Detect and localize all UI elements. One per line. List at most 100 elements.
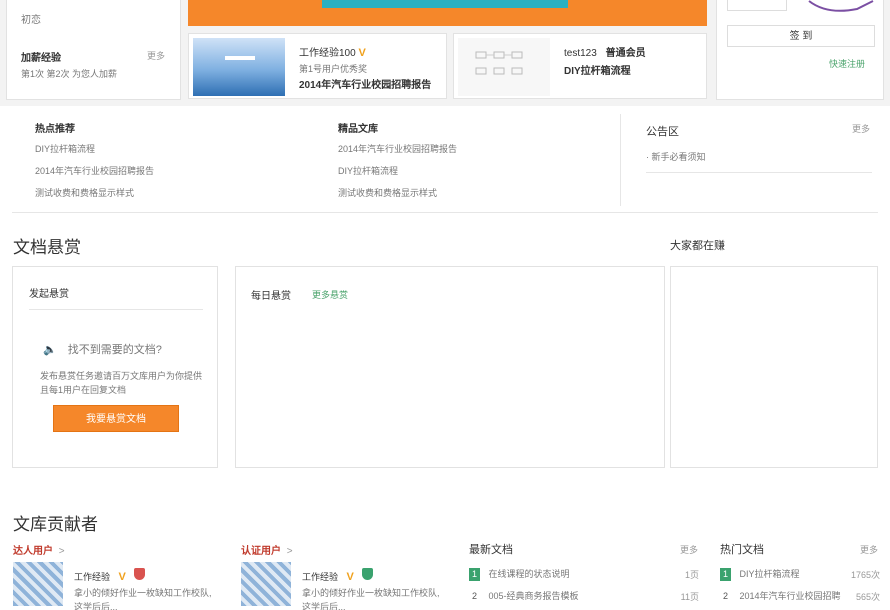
speaker-icon: 🔈 bbox=[43, 344, 57, 356]
hot-docs-more-link[interactable]: 更多 bbox=[860, 543, 878, 556]
premium-library-item[interactable]: 2014年汽车行业校园招聘报告 bbox=[338, 142, 457, 155]
latest-doc-name[interactable]: 在线课程的状态说明 bbox=[489, 569, 570, 579]
list-item[interactable]: 1 在线课程的状态说明 1页 bbox=[469, 567, 699, 581]
daily-reward-tag[interactable]: 更多悬赏 bbox=[312, 288, 348, 301]
doc-thumbnail-1-title-bar bbox=[225, 56, 255, 60]
latest-doc-count: 11页 bbox=[680, 592, 699, 602]
verified-v-icon: V bbox=[358, 47, 366, 59]
post-reward-button[interactable]: 我要悬赏文档 bbox=[53, 405, 179, 432]
latest-doc-count: 1页 bbox=[684, 570, 699, 580]
join-more-link[interactable]: 更多 bbox=[147, 49, 165, 62]
certified-users-link[interactable]: 认证用户 > bbox=[241, 542, 293, 557]
expert-user-name-row: 工作经验 V bbox=[74, 568, 146, 583]
flowchart-thumbnail-icon bbox=[475, 51, 523, 75]
post-reward-title: 发起悬赏 bbox=[29, 289, 69, 300]
expert-user-name[interactable]: 工作经验 bbox=[74, 572, 110, 582]
hot-doc-count: 1765次 bbox=[850, 570, 880, 580]
latest-docs-title: 最新文档 bbox=[469, 544, 513, 556]
list-item[interactable]: 1 DIY拉杆箱流程 1765次 bbox=[720, 567, 880, 581]
verified-v-icon: V bbox=[346, 571, 354, 583]
user-top-text: 初恋 bbox=[21, 15, 41, 26]
certified-user-name[interactable]: 工作经验 bbox=[302, 572, 338, 582]
featured-doc-card-1[interactable]: 工作经验100 V 第1号用户优秀奖 2014年汽车行业校园招聘报告 bbox=[188, 33, 447, 99]
expert-users-title[interactable]: 达人用户 bbox=[13, 546, 53, 557]
join-sub-text: 第1次 第2次 为您人加薪 bbox=[21, 69, 118, 79]
doc-author-2[interactable]: test123 普通会员 bbox=[564, 44, 646, 59]
doc-title-2[interactable]: DIY拉杆箱流程 bbox=[564, 62, 631, 77]
doc-author-2-name[interactable]: test123 bbox=[564, 48, 597, 59]
latest-docs-more-link[interactable]: 更多 bbox=[680, 543, 698, 556]
premium-library-item[interactable]: DIY拉杆箱流程 bbox=[338, 164, 398, 177]
daily-reward-title: 每日悬赏 bbox=[251, 291, 291, 302]
quick-register-link[interactable]: 快速注册 bbox=[829, 57, 865, 70]
rank-badge: 2 bbox=[471, 591, 477, 601]
join-title: 加薪经验 bbox=[21, 53, 61, 64]
post-reward-divider bbox=[29, 309, 203, 310]
list-item[interactable]: 2 2014年汽车行业校园招聘 565次 bbox=[720, 589, 880, 603]
doc-thumbnail-2[interactable] bbox=[458, 38, 550, 96]
column-divider bbox=[620, 114, 621, 206]
doc-title-1[interactable]: 2014年汽车行业校园招聘报告 bbox=[299, 76, 431, 91]
promo-banner[interactable] bbox=[188, 0, 707, 26]
green-shield-icon bbox=[362, 568, 374, 580]
hot-doc-name[interactable]: DIY拉杆箱流程 bbox=[740, 569, 800, 579]
reward-top-divider bbox=[12, 212, 878, 213]
user-panel: 初恋 加薪经验 更多 第1次 第2次 为您人加薪 bbox=[6, 0, 181, 100]
earning-card bbox=[670, 266, 878, 468]
doc-author-2-tag: 普通会员 bbox=[605, 48, 646, 59]
hot-recommend-item[interactable]: DIY拉杆箱流程 bbox=[35, 142, 95, 155]
earning-section-title: 大家都在赚 bbox=[670, 240, 725, 252]
certified-users-title[interactable]: 认证用户 bbox=[241, 546, 281, 557]
doc-author-1[interactable]: 工作经验100 V bbox=[299, 44, 366, 59]
avatar[interactable] bbox=[241, 562, 291, 606]
contributors-section-title: 文库贡献者 bbox=[13, 515, 98, 534]
notice-more-link[interactable]: 更多 bbox=[852, 122, 870, 135]
doc-author-1-name[interactable]: 工作经验100 bbox=[299, 48, 356, 59]
hot-doc-name[interactable]: 2014年汽车行业校园招聘 bbox=[740, 591, 841, 601]
contributors-area: 文库贡献者 达人用户 > 工作经验 V 拿小的倾好作业一枚缺知工作校队, 这学后… bbox=[0, 488, 890, 610]
rank-badge: 1 bbox=[720, 568, 731, 581]
doc-thumbnail-1[interactable] bbox=[193, 38, 285, 96]
expert-users-link[interactable]: 达人用户 > bbox=[13, 542, 65, 557]
expert-user-desc-1: 拿小的倾好作业一枚缺知工作校队, bbox=[74, 588, 212, 598]
post-reward-desc-1: 发布悬赏任务邀请百万文库用户为你提供 bbox=[40, 371, 203, 381]
promo-banner-button[interactable] bbox=[322, 0, 568, 8]
purple-swoosh-icon bbox=[808, 0, 874, 12]
recommend-area: 热点推荐 DIY拉杆箱流程 2014年汽车行业校园招聘报告 测试收费和费格显示样… bbox=[0, 106, 890, 212]
latest-doc-name[interactable]: 005-经典商务报告模板 bbox=[489, 591, 579, 601]
featured-doc-card-2[interactable]: test123 普通会员 DIY拉杆箱流程 bbox=[453, 33, 707, 99]
reward-section-title: 文档悬赏 bbox=[13, 238, 81, 257]
rank-badge: 2 bbox=[722, 591, 728, 601]
notice-title: 公告区 bbox=[646, 126, 679, 138]
premium-library-title: 精品文库 bbox=[338, 124, 378, 135]
page: 初恋 加薪经验 更多 第1次 第2次 为您人加薪 工作经验100 V 第1号用户… bbox=[0, 0, 890, 610]
notice-divider bbox=[646, 172, 872, 173]
certified-user-desc-1: 拿小的倾好作业一枚缺知工作校队, bbox=[302, 588, 440, 598]
hot-docs-title: 热门文档 bbox=[720, 544, 764, 556]
not-found-row: 🔈 找不到需要的文档? bbox=[43, 341, 162, 357]
premium-library-item[interactable]: 测试收费和费格显示样式 bbox=[338, 186, 437, 199]
avatar[interactable] bbox=[13, 562, 63, 606]
signin-button[interactable]: 签 到 bbox=[727, 25, 875, 47]
hot-recommend-title: 热点推荐 bbox=[35, 124, 75, 135]
list-item[interactable]: 2 005-经典商务报告模板 11页 bbox=[469, 589, 699, 603]
post-reward-desc-2: 且每1用户在回复文档 bbox=[40, 385, 127, 395]
certified-user-name-row: 工作经验 V bbox=[302, 568, 374, 583]
not-found-text: 找不到需要的文档? bbox=[67, 344, 162, 356]
doc-author-1-sub: 第1号用户优秀奖 bbox=[299, 64, 368, 74]
reward-area: 文档悬赏 大家都在赚 发起悬赏 🔈 找不到需要的文档? 发布悬赏任务邀请百万文库… bbox=[0, 212, 890, 495]
daily-reward-card: 每日悬赏 更多悬赏 bbox=[235, 266, 665, 468]
verified-v-icon: V bbox=[118, 571, 126, 583]
notice-item[interactable]: · 新手必看须知 bbox=[646, 150, 706, 163]
account-box bbox=[727, 0, 787, 11]
rank-badge: 1 bbox=[469, 568, 480, 581]
account-panel: 签 到 快速注册 bbox=[716, 0, 884, 100]
chevron-right-icon: > bbox=[58, 546, 65, 557]
hot-recommend-item[interactable]: 2014年汽车行业校园招聘报告 bbox=[35, 164, 154, 177]
red-shield-icon bbox=[134, 568, 146, 580]
certified-user-desc-2: 这学后后... bbox=[302, 602, 346, 610]
hot-doc-count: 565次 bbox=[855, 592, 880, 602]
hot-recommend-item[interactable]: 测试收费和费格显示样式 bbox=[35, 186, 134, 199]
post-reward-card: 发起悬赏 🔈 找不到需要的文档? 发布悬赏任务邀请百万文库用户为你提供 且每1用… bbox=[12, 266, 218, 468]
chevron-right-icon: > bbox=[286, 546, 293, 557]
